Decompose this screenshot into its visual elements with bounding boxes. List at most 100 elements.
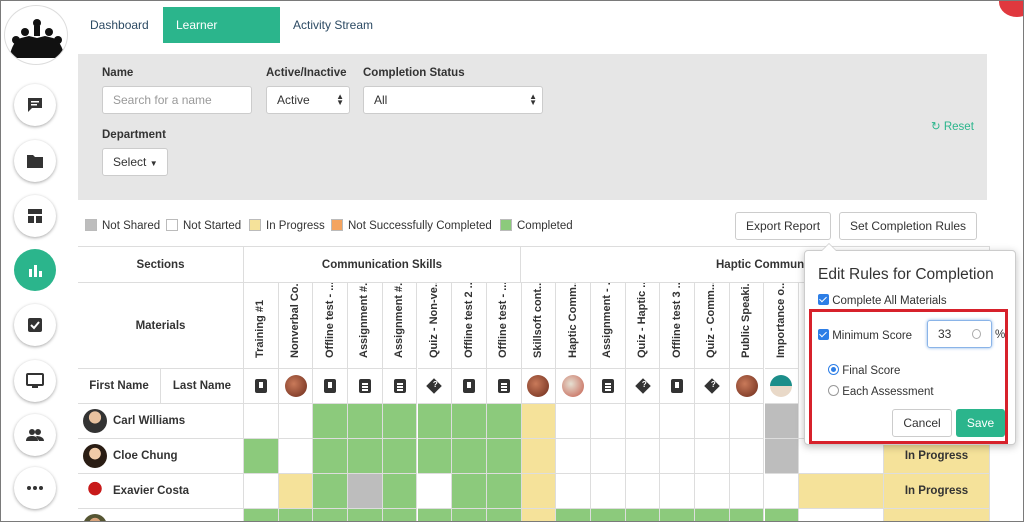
- progress-cell[interactable]: [244, 474, 279, 509]
- progress-cell[interactable]: [452, 474, 487, 509]
- more-icon[interactable]: [14, 467, 56, 509]
- progress-cell[interactable]: [556, 474, 591, 509]
- material-header[interactable]: Offline test - ...: [313, 283, 349, 369]
- progress-cell[interactable]: [452, 509, 487, 521]
- folder-icon[interactable]: [14, 140, 56, 182]
- progress-cell[interactable]: [660, 404, 696, 439]
- progress-cell[interactable]: [660, 474, 696, 509]
- progress-cell[interactable]: [625, 439, 661, 474]
- progress-cell[interactable]: [695, 439, 730, 474]
- progress-cell[interactable]: [244, 509, 279, 521]
- progress-cell[interactable]: [486, 439, 522, 474]
- progress-cell[interactable]: [313, 509, 349, 521]
- progress-cell[interactable]: [244, 439, 279, 474]
- completion-select[interactable]: All ▲ ▼: [363, 86, 543, 114]
- material-header[interactable]: Assignment #...: [382, 283, 418, 369]
- active-select[interactable]: Active ▲ ▼: [266, 86, 350, 114]
- progress-cell[interactable]: [729, 509, 765, 521]
- progress-cell[interactable]: [591, 404, 626, 439]
- material-header[interactable]: Offline test - ...: [486, 283, 522, 369]
- progress-cell[interactable]: [521, 404, 557, 439]
- progress-cell[interactable]: [556, 404, 591, 439]
- progress-cell[interactable]: [417, 404, 453, 439]
- progress-cell[interactable]: [278, 439, 314, 474]
- name-search-input[interactable]: Search for a name: [102, 86, 252, 114]
- material-header[interactable]: Public Speaki...: [729, 283, 765, 369]
- progress-cell[interactable]: [486, 509, 522, 521]
- learner-name-cell[interactable]: Carl Williams: [78, 404, 244, 439]
- progress-cell[interactable]: [382, 509, 418, 521]
- progress-cell[interactable]: [348, 404, 383, 439]
- progress-cell[interactable]: [729, 439, 765, 474]
- progress-cell[interactable]: [348, 474, 383, 509]
- progress-cell[interactable]: [799, 509, 884, 521]
- progress-cell[interactable]: [486, 474, 522, 509]
- tab-dashboard[interactable]: Dashboard: [77, 7, 163, 43]
- material-header[interactable]: Quiz - Haptic ...: [625, 283, 661, 369]
- progress-cell[interactable]: [625, 474, 661, 509]
- progress-cell[interactable]: [417, 439, 453, 474]
- dashboard-icon[interactable]: [14, 195, 56, 237]
- progress-cell[interactable]: [591, 474, 626, 509]
- chat-icon[interactable]: [14, 84, 56, 126]
- progress-cell[interactable]: [695, 474, 730, 509]
- progress-cell[interactable]: [764, 439, 800, 474]
- progress-cell[interactable]: [486, 404, 522, 439]
- progress-cell[interactable]: [382, 439, 418, 474]
- progress-cell[interactable]: [799, 474, 884, 509]
- progress-cell[interactable]: [278, 474, 314, 509]
- progress-cell[interactable]: [695, 509, 730, 521]
- progress-cell[interactable]: [313, 404, 349, 439]
- material-header[interactable]: Importance o...: [764, 283, 800, 369]
- material-header[interactable]: Offline test 3 ...: [660, 283, 696, 369]
- progress-cell[interactable]: [278, 404, 314, 439]
- progress-cell[interactable]: [764, 404, 800, 439]
- learner-name-cell[interactable]: Cloe Chung: [78, 439, 244, 474]
- progress-cell[interactable]: [521, 474, 557, 509]
- progress-cell[interactable]: [729, 474, 765, 509]
- progress-cell[interactable]: [278, 509, 314, 521]
- checkbox-icon[interactable]: [14, 304, 56, 346]
- progress-cell[interactable]: [729, 404, 765, 439]
- progress-cell[interactable]: [591, 509, 626, 521]
- tab-activity-stream[interactable]: Activity Stream: [280, 7, 392, 43]
- first-name-header[interactable]: First Name: [78, 369, 161, 404]
- material-header[interactable]: Quiz - Non-ve...: [417, 283, 453, 369]
- progress-cell[interactable]: [417, 509, 453, 521]
- material-header[interactable]: Assignment - ...: [591, 283, 626, 369]
- material-header[interactable]: Assignment #...: [348, 283, 383, 369]
- department-dropdown[interactable]: Select ▼: [102, 148, 168, 176]
- learner-name-cell[interactable]: Exavier Costa: [78, 474, 244, 509]
- progress-cell[interactable]: [313, 474, 349, 509]
- material-header[interactable]: Nonverbal Co...: [278, 283, 314, 369]
- progress-cell[interactable]: [695, 404, 730, 439]
- set-completion-rules-button[interactable]: Set Completion Rules: [839, 212, 978, 240]
- reports-chart-icon[interactable]: [14, 249, 56, 291]
- progress-cell[interactable]: [764, 474, 800, 509]
- progress-cell[interactable]: [521, 509, 557, 521]
- progress-cell[interactable]: [591, 439, 626, 474]
- progress-cell[interactable]: [348, 509, 383, 521]
- progress-cell[interactable]: [521, 439, 557, 474]
- progress-cell[interactable]: [660, 439, 696, 474]
- material-header[interactable]: Skillsoft cont...: [521, 283, 557, 369]
- reset-link[interactable]: ↻ Reset: [931, 119, 974, 133]
- progress-cell[interactable]: [417, 474, 453, 509]
- progress-cell[interactable]: [382, 474, 418, 509]
- learner-name-cell[interactable]: [78, 509, 244, 521]
- material-header[interactable]: Training #1: [244, 283, 279, 369]
- progress-cell[interactable]: [452, 439, 487, 474]
- progress-cell[interactable]: [625, 509, 661, 521]
- progress-cell[interactable]: [348, 439, 383, 474]
- progress-cell[interactable]: [313, 439, 349, 474]
- progress-cell[interactable]: [764, 509, 800, 521]
- export-report-button[interactable]: Export Report: [735, 212, 832, 240]
- progress-cell[interactable]: [452, 404, 487, 439]
- progress-cell[interactable]: [625, 404, 661, 439]
- progress-cell[interactable]: [556, 509, 591, 521]
- users-icon[interactable]: [14, 414, 56, 456]
- progress-cell[interactable]: [382, 404, 418, 439]
- progress-cell[interactable]: [556, 439, 591, 474]
- complete-all-checkbox[interactable]: Complete All Materials: [818, 294, 947, 307]
- material-header[interactable]: Haptic Comm...: [556, 283, 591, 369]
